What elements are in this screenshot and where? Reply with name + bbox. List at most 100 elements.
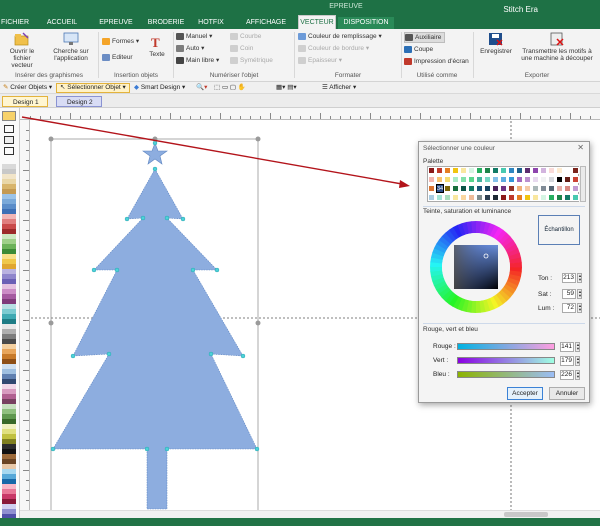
palette-color-cell[interactable] — [548, 167, 555, 174]
palette-color-cell[interactable] — [572, 185, 579, 192]
palette-color-cell[interactable] — [428, 185, 435, 192]
red-spinner[interactable]: ▲ ▼ — [575, 342, 580, 352]
accept-button[interactable]: Accepter — [507, 387, 543, 400]
palette-color-cell[interactable] — [572, 167, 579, 174]
palette-color-cell[interactable] — [500, 185, 507, 192]
palette-color-cell[interactable] — [548, 176, 555, 183]
palette-color-cell[interactable] — [468, 185, 475, 192]
palette-color-cell[interactable] — [572, 194, 579, 201]
sat-spinner[interactable]: ▲ ▼ — [577, 289, 582, 299]
palette-color-cell[interactable] — [508, 194, 515, 201]
palette-color-cell[interactable] — [516, 176, 523, 183]
palette-color-cell[interactable] — [532, 194, 539, 201]
palette-color-cell[interactable] — [508, 176, 515, 183]
palette-color-cell[interactable] — [460, 194, 467, 201]
palette-color-cell[interactable] — [516, 167, 523, 174]
palette-color-cell[interactable] — [428, 176, 435, 183]
palette-color-cell[interactable] — [460, 185, 467, 192]
palette-color-cell[interactable] — [500, 167, 507, 174]
lum-spinner[interactable]: ▲ ▼ — [577, 303, 582, 313]
blue-spinner[interactable]: ▲ ▼ — [575, 370, 580, 380]
palette-color-cell[interactable] — [484, 185, 491, 192]
palette-color-cell[interactable] — [556, 167, 563, 174]
green-spinner[interactable]: ▲ ▼ — [575, 356, 580, 366]
palette-color-cell[interactable] — [524, 185, 531, 192]
palette-color-cell[interactable] — [500, 194, 507, 201]
palette-color-cell[interactable] — [444, 185, 451, 192]
palette-color-cell[interactable] — [460, 167, 467, 174]
palette-color-cell[interactable] — [540, 167, 547, 174]
palette-selected-cell[interactable]: 34 — [436, 184, 444, 193]
palette-color-cell[interactable] — [532, 185, 539, 192]
palette-color-cell[interactable] — [468, 194, 475, 201]
palette-color-cell[interactable] — [508, 167, 515, 174]
palette-color-cell[interactable] — [428, 167, 435, 174]
palette-color-cell[interactable] — [452, 185, 459, 192]
palette-color-cell[interactable] — [564, 167, 571, 174]
cancel-button[interactable]: Annuler — [549, 387, 585, 400]
palette-color-cell[interactable] — [460, 176, 467, 183]
sat-input[interactable]: 59 — [562, 289, 576, 299]
palette-color-cell[interactable] — [516, 185, 523, 192]
palette-color-cell[interactable] — [508, 185, 515, 192]
palette-color-cell[interactable] — [492, 194, 499, 201]
palette-color-cell[interactable] — [540, 194, 547, 201]
palette-color-cell[interactable] — [484, 167, 491, 174]
red-input[interactable]: 141 — [560, 342, 574, 352]
palette-color-cell[interactable] — [452, 176, 459, 183]
palette-color-cell[interactable] — [532, 167, 539, 174]
palette-color-cell[interactable] — [484, 176, 491, 183]
rgb-section-label: Rouge, vert et bleu — [423, 326, 478, 333]
palette-color-cell[interactable] — [436, 176, 443, 183]
hue-spinner[interactable]: ▲ ▼ — [577, 273, 582, 283]
palette-color-cell[interactable] — [476, 194, 483, 201]
lum-label: Lum : — [538, 305, 555, 312]
palette-color-cell[interactable] — [540, 176, 547, 183]
palette-color-cell[interactable] — [436, 194, 443, 201]
palette-color-cell[interactable] — [476, 176, 483, 183]
palette-grid[interactable]: 34 — [427, 166, 579, 202]
color-wheel[interactable] — [429, 220, 523, 314]
palette-color-cell[interactable] — [484, 194, 491, 201]
green-input[interactable]: 179 — [560, 356, 574, 366]
palette-color-cell[interactable] — [532, 176, 539, 183]
green-slider[interactable] — [457, 357, 555, 364]
palette-color-cell[interactable] — [444, 176, 451, 183]
palette-color-cell[interactable] — [428, 194, 435, 201]
palette-color-cell[interactable] — [516, 194, 523, 201]
palette-color-cell[interactable] — [492, 176, 499, 183]
palette-color-cell[interactable] — [444, 167, 451, 174]
palette-color-cell[interactable] — [556, 185, 563, 192]
palette-color-cell[interactable] — [452, 167, 459, 174]
palette-scrollbar[interactable] — [580, 166, 586, 202]
palette-color-cell[interactable] — [476, 185, 483, 192]
palette-color-cell[interactable] — [492, 185, 499, 192]
blue-input[interactable]: 226 — [560, 370, 574, 380]
palette-color-cell[interactable] — [436, 167, 443, 174]
palette-color-cell[interactable] — [556, 194, 563, 201]
palette-color-cell[interactable] — [564, 185, 571, 192]
palette-color-cell[interactable] — [444, 194, 451, 201]
palette-color-cell[interactable] — [556, 176, 563, 183]
blue-slider[interactable] — [457, 371, 555, 378]
dialog-title: Sélectionner une couleur — [423, 145, 495, 152]
palette-color-cell[interactable] — [468, 176, 475, 183]
palette-color-cell[interactable] — [476, 167, 483, 174]
close-icon[interactable]: ✕ — [577, 143, 584, 152]
palette-color-cell[interactable] — [548, 185, 555, 192]
palette-color-cell[interactable] — [548, 194, 555, 201]
palette-color-cell[interactable] — [564, 194, 571, 201]
red-slider[interactable] — [457, 343, 555, 350]
palette-color-cell[interactable] — [572, 176, 579, 183]
palette-color-cell[interactable] — [524, 194, 531, 201]
palette-color-cell[interactable] — [500, 176, 507, 183]
lum-input[interactable]: 72 — [562, 303, 576, 313]
palette-color-cell[interactable] — [524, 176, 531, 183]
hue-input[interactable]: 213 — [562, 273, 576, 283]
palette-color-cell[interactable] — [524, 167, 531, 174]
palette-color-cell[interactable] — [564, 176, 571, 183]
palette-color-cell[interactable] — [492, 167, 499, 174]
palette-color-cell[interactable] — [540, 185, 547, 192]
palette-color-cell[interactable] — [452, 194, 459, 201]
palette-color-cell[interactable] — [468, 167, 475, 174]
